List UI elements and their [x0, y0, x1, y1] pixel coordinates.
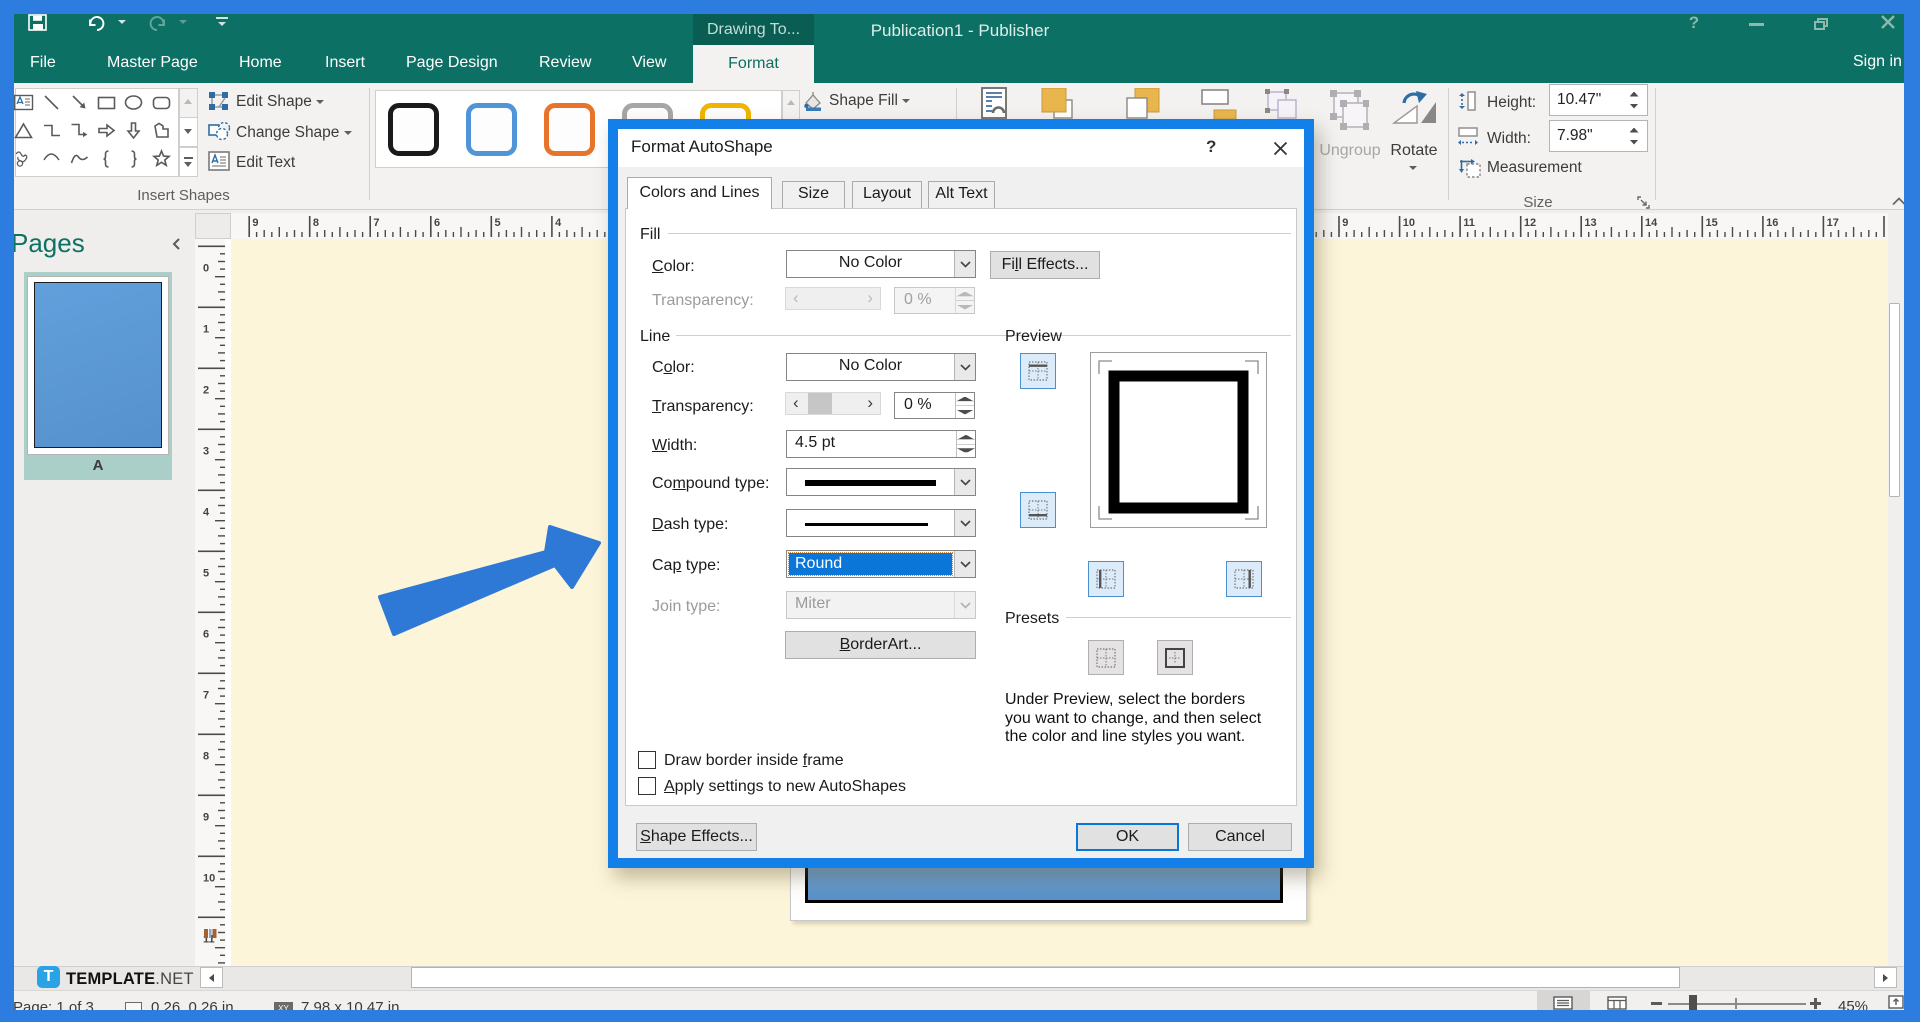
svg-text:15: 15: [1706, 217, 1718, 229]
svg-text:9: 9: [252, 217, 258, 229]
svg-text:11: 11: [1463, 217, 1475, 229]
svg-text:12: 12: [1524, 217, 1536, 229]
svg-text:10: 10: [203, 873, 215, 885]
svg-text:9: 9: [1342, 217, 1348, 229]
svg-text:4: 4: [555, 217, 562, 229]
svg-text:0: 0: [203, 263, 209, 275]
svg-text:6: 6: [203, 629, 209, 641]
svg-text:7: 7: [373, 217, 379, 229]
svg-text:4: 4: [203, 507, 210, 519]
svg-text:1: 1: [203, 324, 209, 336]
svg-text:2: 2: [203, 385, 209, 397]
svg-text:8: 8: [203, 751, 209, 763]
svg-text:5: 5: [495, 217, 501, 229]
svg-text:10: 10: [1403, 217, 1415, 229]
svg-text:14: 14: [1645, 217, 1658, 229]
svg-text:5: 5: [203, 568, 209, 580]
svg-text:17: 17: [1827, 217, 1839, 229]
svg-text:9: 9: [203, 812, 209, 824]
svg-text:3: 3: [203, 446, 209, 458]
svg-text:13: 13: [1584, 217, 1596, 229]
svg-text:7: 7: [203, 690, 209, 702]
svg-text:16: 16: [1766, 217, 1778, 229]
svg-text:8: 8: [313, 217, 319, 229]
svg-text:6: 6: [434, 217, 440, 229]
